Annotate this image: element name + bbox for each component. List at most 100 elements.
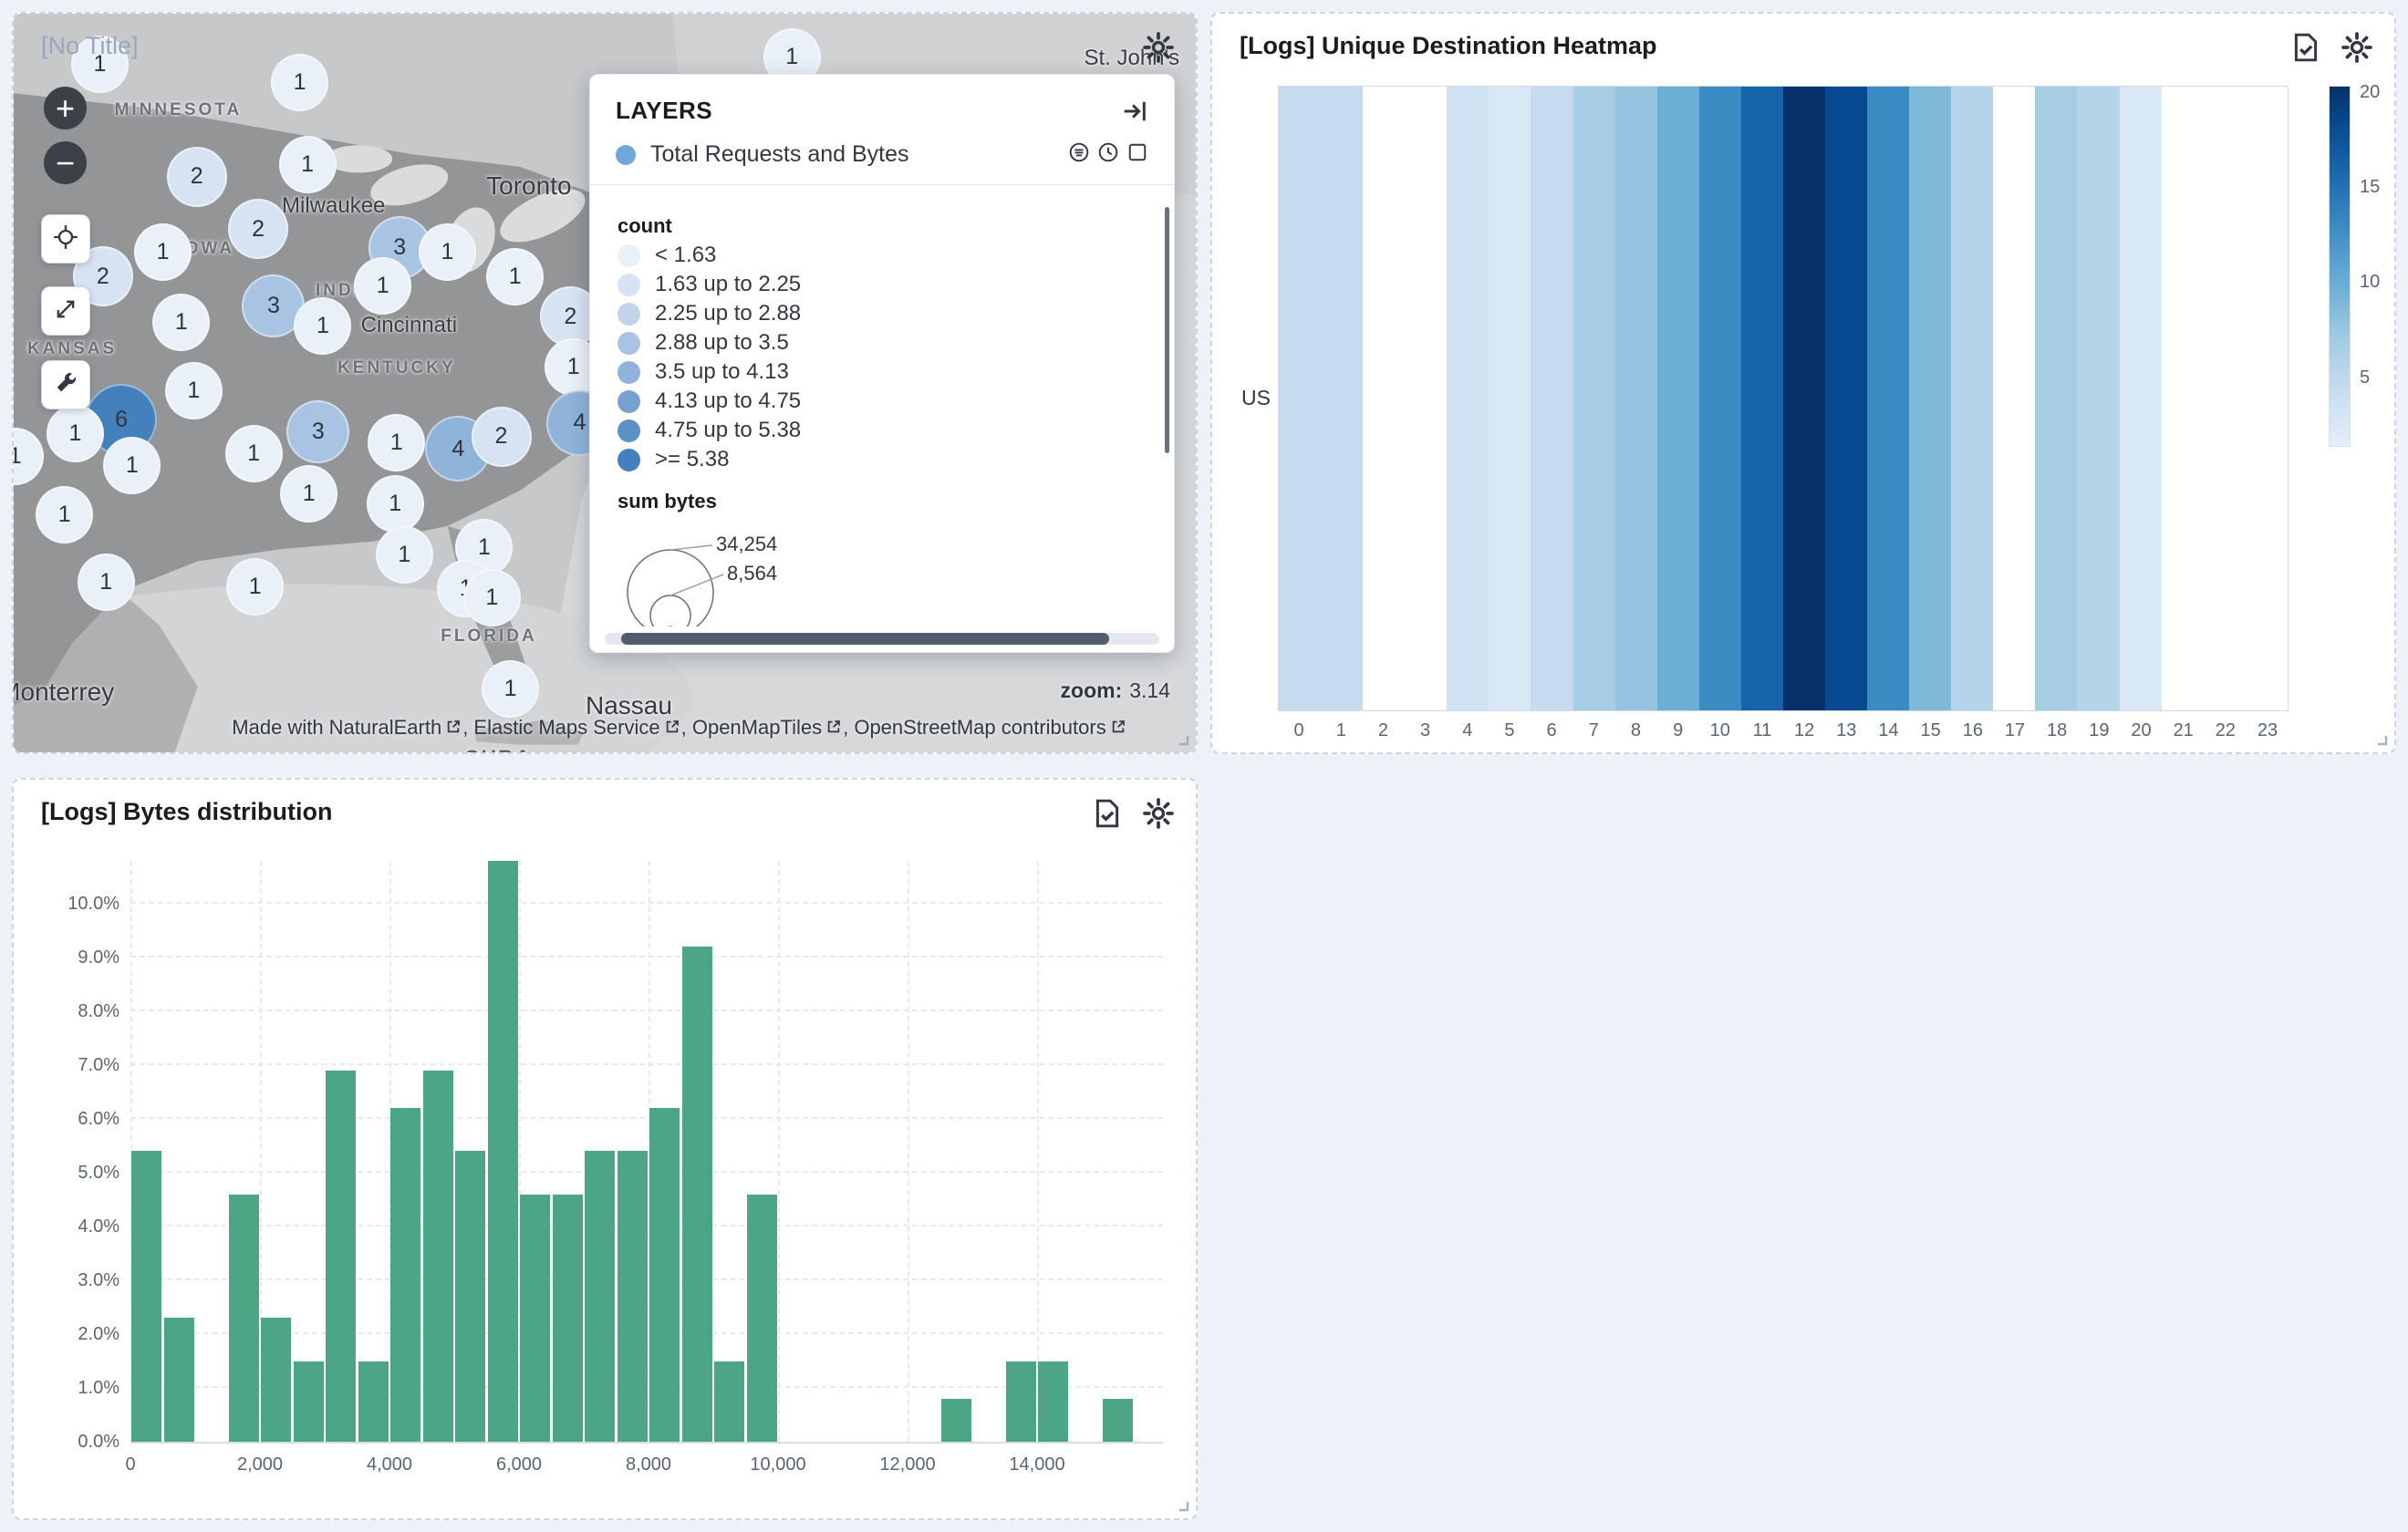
histogram-bar[interactable] [131,1151,161,1442]
heatmap-cell-hour-3[interactable] [1405,87,1447,710]
layer-time-icon[interactable] [1097,141,1119,168]
map-cluster-marker[interactable]: 3 [286,400,349,463]
map-cluster-marker[interactable]: 1 [225,425,283,482]
heatmap-cell-hour-22[interactable] [2204,87,2246,710]
heatmap-cell-hour-11[interactable] [1741,87,1783,710]
histogram-bar[interactable] [1103,1399,1133,1442]
heatmap-cell-hour-12[interactable] [1783,87,1825,710]
map-cluster-marker[interactable]: 1 [36,486,93,543]
map-set-view-button[interactable] [41,214,90,264]
heatmap-cell-hour-2[interactable] [1363,87,1405,710]
histogram-bar[interactable] [294,1361,324,1443]
heatmap-cell-hour-16[interactable] [1951,87,1993,710]
layers-horizontal-scrollbar-thumb[interactable] [621,633,1109,645]
map-zoom-out-button[interactable]: − [44,141,87,184]
map-cluster-marker[interactable]: 1 [482,660,539,718]
map-cluster-marker[interactable]: 1 [271,54,328,111]
map-cluster-marker[interactable]: 1 [463,569,521,626]
save-to-library-icon[interactable] [2290,32,2321,63]
heatmap-cell-hour-1[interactable] [1321,87,1363,710]
map-cluster-marker[interactable]: 1 [152,294,210,351]
heatmap-cell-hour-13[interactable] [1825,87,1867,710]
map-cluster-marker[interactable]: 1 [368,414,425,471]
panel-resize-handle[interactable] [1172,729,1190,747]
heatmap-cell-hour-21[interactable] [2162,87,2204,710]
map-cluster-marker[interactable]: 1 [226,558,284,616]
map-cluster-marker[interactable]: 1 [78,554,135,611]
heatmap-cell-hour-9[interactable] [1657,87,1699,710]
map-viewport[interactable]: MINNESOTAIOWAKANSASINDIANAKENTUCKYFLORID… [14,14,1196,752]
heatmap-cell-hour-20[interactable] [2120,87,2162,710]
map-cluster-marker[interactable]: 1 [14,428,44,485]
map-cluster-marker[interactable]: 1 [165,362,223,419]
histogram-bar[interactable] [326,1071,356,1442]
save-to-library-icon[interactable] [1092,798,1123,829]
heatmap-cell-hour-4[interactable] [1447,87,1489,710]
histogram-bar[interactable] [358,1361,389,1443]
histogram-bar[interactable] [261,1318,291,1442]
layer-settings-icon[interactable] [1068,141,1090,168]
panel-resize-handle[interactable] [2371,729,2389,747]
histogram-bar[interactable] [229,1195,259,1442]
count-legend-label: >= 5.38 [655,447,729,472]
map-cluster-marker[interactable]: 2 [167,147,227,207]
histogram-bar[interactable] [553,1195,583,1442]
map-cluster-marker[interactable]: 1 [294,297,351,355]
heatmap-cell-hour-5[interactable] [1489,87,1531,710]
panel-resize-handle[interactable] [1172,1495,1190,1513]
heatmap-cell-hour-7[interactable] [1573,87,1615,710]
heatmap-cell-hour-10[interactable] [1699,87,1741,710]
histogram-bar[interactable] [747,1195,777,1442]
map-cluster-marker[interactable]: 2 [228,199,288,259]
histogram-bar[interactable] [682,947,712,1442]
map-tools-button[interactable] [41,360,90,409]
map-cluster-marker[interactable]: 1 [367,475,424,533]
map-cluster-marker[interactable]: 1 [376,526,433,584]
panel-settings-gear-icon[interactable] [2341,32,2372,63]
histogram-bar[interactable] [618,1151,648,1442]
heatmap-cell-hour-17[interactable] [1993,87,2035,710]
map-cluster-marker[interactable]: 1 [47,405,104,462]
histogram-bar[interactable] [941,1399,971,1442]
panel-settings-gear-icon[interactable] [1143,798,1174,829]
histogram-bar[interactable] [390,1108,420,1442]
heatmap-cell-hour-6[interactable] [1531,87,1572,710]
layer-visibility-checkbox[interactable] [1126,141,1148,168]
heatmap-cell-hour-15[interactable] [1909,87,1951,710]
histogram-bar[interactable] [1038,1361,1068,1443]
histogram-bar[interactable] [455,1151,485,1442]
heatmap-cell-hour-14[interactable] [1867,87,1909,710]
histogram-bar[interactable] [423,1071,453,1442]
heatmap-cell-hour-0[interactable] [1279,87,1321,710]
attribution-link[interactable]: NaturalEarth [329,716,442,739]
map-cluster-marker[interactable]: 2 [472,407,532,467]
histogram-bar[interactable] [649,1108,680,1442]
layers-vertical-scrollbar[interactable] [1165,207,1169,453]
map-cluster-marker[interactable]: 1 [134,223,192,281]
histogram-bar[interactable] [164,1318,194,1442]
heatmap-cell-hour-18[interactable] [2035,87,2077,710]
histogram-bar[interactable] [1006,1361,1036,1443]
map-cluster-marker[interactable]: 1 [486,248,544,305]
attribution-link[interactable]: OpenStreetMap contributors [854,716,1105,739]
map-cluster-marker[interactable]: 1 [280,465,337,523]
panel-settings-gear-icon[interactable] [1143,32,1174,63]
histogram-bar[interactable] [488,861,518,1442]
histogram-bar[interactable] [714,1361,744,1443]
map-cluster-marker[interactable]: 1 [103,437,161,494]
collapse-panel-icon[interactable] [1121,98,1148,125]
attribution-link[interactable]: OpenMapTiles [692,716,822,739]
histogram-bar[interactable] [520,1195,550,1442]
map-fit-to-data-button[interactable] [41,286,90,336]
map-zoom-in-button[interactable]: + [44,87,87,129]
heatmap-cell-hour-19[interactable] [2077,87,2119,710]
heatmap-cell-hour-23[interactable] [2246,87,2288,710]
layer-row[interactable]: Total Requests and Bytes [590,138,1174,185]
count-legend-row: < 1.63 [618,241,1147,270]
map-cluster-marker[interactable]: 1 [419,223,476,281]
map-cluster-marker[interactable]: 1 [354,257,411,315]
attribution-link[interactable]: Elastic Maps Service [473,716,659,739]
histogram-bar[interactable] [585,1151,615,1442]
map-cluster-marker[interactable]: 1 [279,136,337,193]
heatmap-cell-hour-8[interactable] [1615,87,1657,710]
